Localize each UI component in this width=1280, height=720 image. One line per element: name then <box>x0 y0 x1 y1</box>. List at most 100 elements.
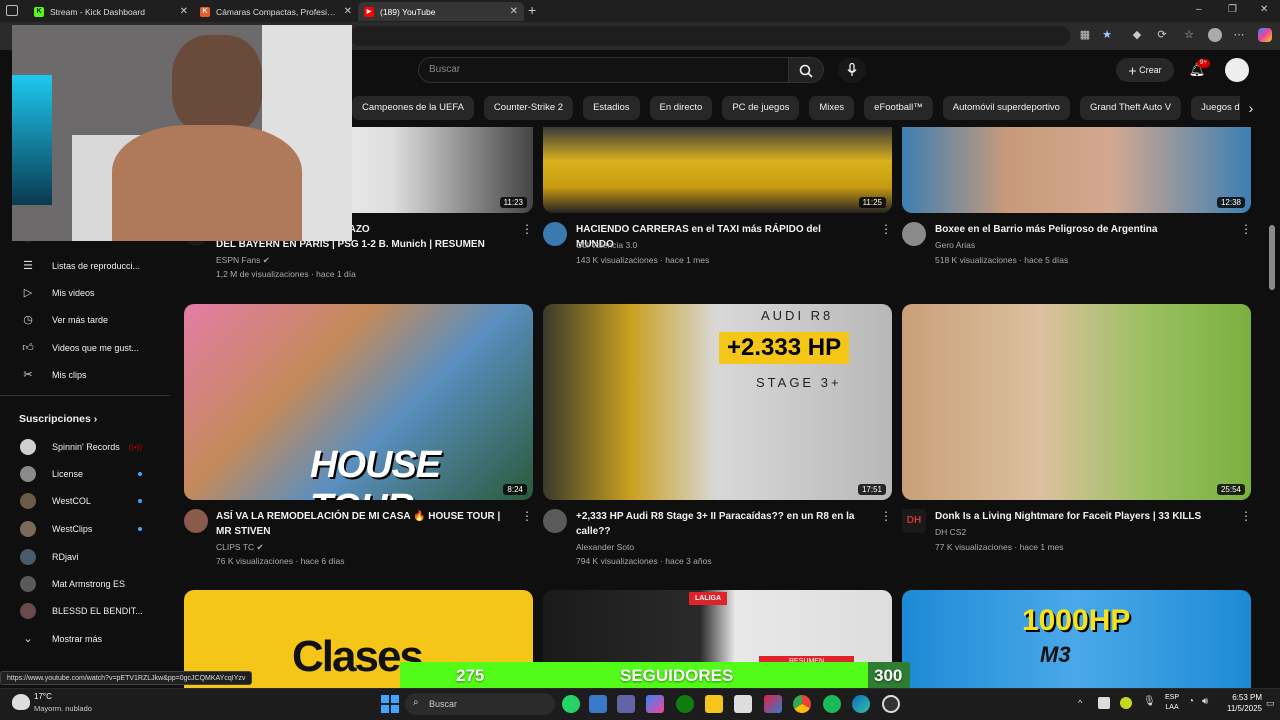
video-title[interactable]: Donk Is a Living Nightmare for Faceit Pl… <box>935 509 1215 524</box>
windows-start-icon[interactable] <box>381 695 399 713</box>
obs-icon[interactable] <box>882 695 900 713</box>
subscription-item[interactable]: Spinnin' Records ((•)) <box>20 437 160 457</box>
chrome-icon[interactable] <box>793 695 811 713</box>
channel-name[interactable]: DH CS2 <box>935 527 966 537</box>
channel-avatar[interactable] <box>184 509 208 533</box>
maximize-button[interactable]: ❐ <box>1228 4 1237 15</box>
create-button[interactable]: + Crear <box>1116 58 1174 82</box>
apps-icon[interactable]: ▦ <box>1078 28 1092 42</box>
taskbar-search-input[interactable]: Buscar <box>405 693 555 715</box>
more-vert-icon[interactable]: ⋮ <box>521 222 533 236</box>
channel-avatar[interactable] <box>543 222 567 246</box>
subscription-item[interactable]: WestClips <box>20 519 160 539</box>
video-thumbnail[interactable]: 12:38 <box>902 127 1251 213</box>
mic-tray-icon[interactable]: 🎙︎ <box>1143 696 1156 707</box>
channel-avatar[interactable]: DH <box>902 509 926 533</box>
subscription-item[interactable]: Mat Armstrong ES <box>20 574 160 594</box>
video-thumbnail[interactable]: 1000HP M3 <box>902 590 1251 688</box>
sidebar-item-playlists[interactable]: ☰ Listas de reproducci... <box>20 256 160 276</box>
spotify-icon[interactable] <box>823 695 841 713</box>
subscription-item[interactable]: BLESSD EL BENDIT... <box>20 601 160 621</box>
notification-center-icon[interactable]: ▭ <box>1266 698 1275 709</box>
more-vert-icon[interactable]: ⋮ <box>880 222 892 236</box>
favorites-icon[interactable]: ☆ <box>1182 28 1196 42</box>
video-thumbnail[interactable]: 25:54 <box>902 304 1251 500</box>
chevron-right-icon[interactable]: › <box>1240 96 1262 120</box>
extension-icon[interactable]: ◆ <box>1130 28 1144 42</box>
sidebar-item-clips[interactable]: ✂ Mis clips <box>20 365 160 385</box>
more-vert-icon[interactable]: ⋮ <box>521 509 533 523</box>
channel-name[interactable]: Alexander Soto <box>576 542 634 552</box>
video-thumbnail[interactable]: AUDI R8 +2.333 HP STAGE 3+ 17:51 <box>543 304 892 500</box>
avatar[interactable] <box>1225 58 1249 82</box>
profile-icon[interactable] <box>1208 28 1222 42</box>
tray-app-icon[interactable] <box>1120 697 1132 709</box>
copilot-icon[interactable] <box>646 695 664 713</box>
search-icon[interactable] <box>788 57 824 83</box>
channel-name[interactable]: Gero Arias <box>935 240 975 250</box>
clock[interactable]: 6:53 PM 11/5/2025 <box>1222 692 1262 714</box>
chip[interactable]: Campeones de la UEFA <box>352 96 474 120</box>
chip[interactable]: Grand Theft Auto V <box>1079 96 1182 120</box>
weather-temp[interactable]: 17°C <box>34 692 52 701</box>
channel-name[interactable]: CLIPS TC ✔ <box>216 542 264 553</box>
chip[interactable]: En directo <box>649 96 713 120</box>
more-icon[interactable]: ⋯ <box>1232 28 1246 42</box>
edge-dev-icon[interactable] <box>589 695 607 713</box>
more-vert-icon[interactable]: ⋮ <box>1240 222 1252 236</box>
store-icon[interactable] <box>734 695 752 713</box>
channel-name[interactable]: ESPN Fans ✔ <box>216 255 270 266</box>
edge-icon[interactable] <box>852 695 870 713</box>
chip[interactable]: Mixes <box>809 96 855 120</box>
file-explorer-icon[interactable] <box>705 695 723 713</box>
more-vert-icon[interactable]: ⋮ <box>1240 509 1252 523</box>
tray-app-icon[interactable] <box>1098 697 1110 709</box>
search-input[interactable]: Buscar <box>418 57 790 83</box>
subscription-item[interactable]: RDjavi <box>20 547 160 567</box>
copilot-icon[interactable] <box>1258 28 1272 42</box>
channel-avatar[interactable] <box>902 222 926 246</box>
volume-icon[interactable]: 🔊︎ <box>1202 696 1208 707</box>
tab-actions-icon[interactable] <box>6 5 18 16</box>
video-title[interactable]: +2,333 HP Audi R8 Stage 3+ II Paracaídas… <box>576 509 856 539</box>
photos-icon[interactable] <box>764 695 782 713</box>
close-icon[interactable]: ✕ <box>180 6 188 17</box>
video-title[interactable]: Boxee en el Barrio más Peligroso de Arge… <box>935 222 1215 237</box>
tray-chevron-icon[interactable]: ^ <box>1078 698 1082 708</box>
subscription-item[interactable]: License <box>20 464 160 484</box>
address-field[interactable] <box>350 26 1070 46</box>
whatsapp-icon[interactable] <box>562 695 580 713</box>
microphone-icon[interactable] <box>838 57 866 83</box>
chip[interactable]: Counter-Strike 2 <box>483 96 574 120</box>
minimize-button[interactable]: – <box>1196 4 1202 15</box>
favorite-star-icon[interactable]: ★ <box>1100 28 1114 42</box>
video-thumbnail[interactable]: HOUSE TOUR 8:24 <box>184 304 533 500</box>
video-thumbnail[interactable]: 11:25 <box>543 127 892 213</box>
more-vert-icon[interactable]: ⋮ <box>880 509 892 523</box>
weather-icon[interactable] <box>12 694 30 710</box>
channel-avatar[interactable] <box>543 509 567 533</box>
sidebar-item-liked[interactable]: 👍︎ Videos que me gust... <box>20 338 160 358</box>
scrollbar[interactable] <box>1268 90 1276 688</box>
chip[interactable]: PC de juegos <box>722 96 800 120</box>
wifi-icon[interactable]: ◔ <box>1188 696 1194 707</box>
chip[interactable]: Automóvil superdeportivo <box>942 96 1070 120</box>
new-tab-button[interactable]: + <box>528 2 536 18</box>
close-icon[interactable]: ✕ <box>344 6 352 17</box>
window-close-button[interactable]: ✕ <box>1260 4 1268 15</box>
sidebar-item-watch-later[interactable]: ◷ Ver más tarde <box>20 310 160 330</box>
teams-icon[interactable] <box>617 695 635 713</box>
chip[interactable]: Estadios <box>583 96 640 120</box>
xbox-icon[interactable] <box>676 695 694 713</box>
close-icon[interactable]: ✕ <box>510 6 518 17</box>
language-indicator[interactable]: ESP LAA <box>1165 693 1179 713</box>
chip[interactable]: eFootball™ <box>864 96 933 120</box>
show-more-button[interactable]: ⌄ Mostrar más <box>20 629 160 649</box>
tab-camaras[interactable]: K Cámaras Compactas, Profesionale ✕ <box>194 2 358 21</box>
tab-kick-dashboard[interactable]: K Stream - Kick Dashboard ✕ <box>28 2 194 21</box>
video-title[interactable]: ASÍ VA LA REMODELACIÓN DE MI CASA 🔥 HOUS… <box>216 509 516 539</box>
scrollbar-thumb[interactable] <box>1269 225 1275 290</box>
sidebar-item-my-videos[interactable]: ▷ Mis videos <box>20 283 160 303</box>
channel-name[interactable]: Col Valencia 3.0 <box>576 240 637 250</box>
refresh-icon[interactable]: ⟳ <box>1155 28 1169 42</box>
